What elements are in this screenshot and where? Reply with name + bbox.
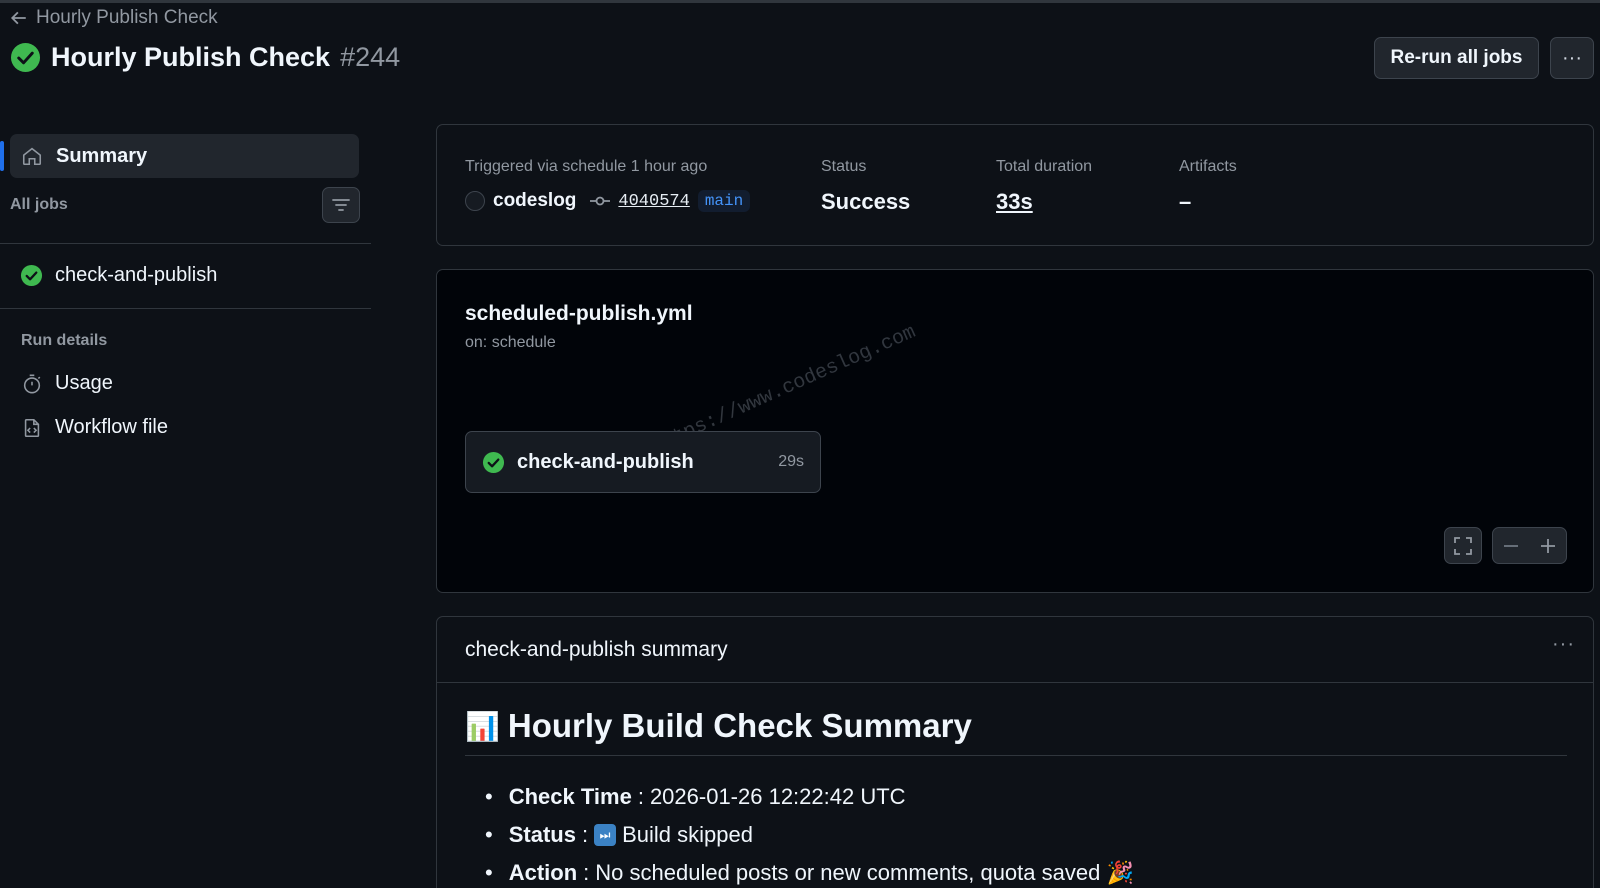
git-commit-icon bbox=[590, 196, 611, 206]
sidebar-item-check-and-publish[interactable]: check-and-publish bbox=[20, 264, 217, 287]
run-details-heading: Run details bbox=[21, 332, 108, 349]
filter-button[interactable] bbox=[322, 187, 360, 223]
divider bbox=[0, 243, 371, 244]
sidebar-job-label: check-and-publish bbox=[55, 264, 218, 286]
rerun-all-jobs-button[interactable]: Re-run all jobs bbox=[1374, 37, 1539, 79]
duration-link[interactable]: 33s bbox=[996, 189, 1092, 215]
more-options-button[interactable]: ··· bbox=[1550, 37, 1594, 79]
list-item-key: Status bbox=[508, 822, 576, 847]
fullscreen-icon bbox=[1454, 536, 1472, 555]
fullscreen-button[interactable] bbox=[1444, 527, 1482, 564]
duration-label: Total duration bbox=[996, 158, 1093, 175]
run-info-card: Triggered via schedule 1 hour ago codesl… bbox=[436, 124, 1594, 246]
check-circle-icon bbox=[482, 451, 505, 473]
job-summary-title: check-and-publish summary bbox=[465, 638, 728, 661]
sidebar-link-label: Workflow file bbox=[55, 416, 168, 438]
check-circle-icon bbox=[20, 264, 43, 287]
status-value: Success bbox=[821, 189, 911, 214]
list-item-value: 2026-01-26 12:22:42 UTC bbox=[649, 784, 906, 809]
workflow-graph: scheduled-publish.yml on: schedule https… bbox=[436, 269, 1594, 593]
list-item: Status: ⏭ Build skipped bbox=[485, 816, 1134, 854]
actor-link[interactable]: codeslog bbox=[493, 190, 576, 212]
branch-badge[interactable]: main bbox=[697, 190, 751, 212]
back-link[interactable]: Hourly Publish Check bbox=[10, 7, 218, 29]
job-node-name: check-and-publish bbox=[517, 450, 694, 473]
sidebar-item-label: Summary bbox=[56, 144, 148, 167]
divider bbox=[0, 308, 371, 309]
summary-list: Check Time: 2026-01-26 12:22:42 UTC Stat… bbox=[485, 778, 1134, 888]
status-info: Status Success bbox=[821, 158, 910, 215]
sidebar-item-summary[interactable]: Summary bbox=[10, 134, 359, 178]
kebab-horizontal-icon: ··· bbox=[1562, 46, 1582, 69]
summary-heading-text: Hourly Build Check Summary bbox=[507, 707, 972, 744]
workflow-file-name: scheduled-publish.yml bbox=[465, 302, 693, 325]
sidebar-item-workflow-file[interactable]: Workflow file bbox=[21, 416, 168, 439]
workflow-title: Hourly Publish Check bbox=[51, 42, 331, 72]
artifacts-info: Artifacts – bbox=[1179, 158, 1237, 215]
sidebar-item-usage[interactable]: Usage bbox=[21, 372, 113, 395]
job-summary-header: check-and-publish summary ··· bbox=[437, 617, 1593, 683]
filter-icon bbox=[332, 199, 350, 211]
home-icon bbox=[22, 147, 42, 166]
kebab-horizontal-icon[interactable]: ··· bbox=[1552, 633, 1575, 656]
avatar[interactable] bbox=[465, 191, 485, 211]
bar-chart-icon: 📊 bbox=[465, 709, 500, 743]
list-item-key: Check Time bbox=[508, 784, 632, 809]
job-summary-card: check-and-publish summary ··· 📊 Hourly B… bbox=[436, 616, 1594, 888]
back-link-label: Hourly Publish Check bbox=[36, 7, 218, 28]
status-label: Status bbox=[821, 158, 867, 175]
list-item: Action: No scheduled posts or new commen… bbox=[485, 854, 1134, 888]
job-node-check-and-publish[interactable]: check-and-publish 29s bbox=[465, 431, 821, 493]
zoom-out-icon[interactable] bbox=[1502, 537, 1520, 555]
list-item: Check Time: 2026-01-26 12:22:42 UTC bbox=[485, 778, 1134, 816]
all-jobs-heading: All jobs bbox=[10, 196, 68, 213]
trigger-info: Triggered via schedule 1 hour ago codesl… bbox=[465, 158, 751, 212]
run-number: #244 bbox=[340, 42, 401, 72]
artifacts-label: Artifacts bbox=[1179, 158, 1237, 175]
active-indicator bbox=[0, 141, 4, 171]
duration-info: Total duration 33s bbox=[996, 158, 1092, 215]
artifacts-value: – bbox=[1179, 189, 1192, 214]
list-item-value: No scheduled posts or new comments, quot… bbox=[595, 860, 1134, 885]
file-code-icon bbox=[24, 418, 40, 437]
top-border bbox=[0, 0, 1600, 3]
sidebar-link-label: Usage bbox=[55, 372, 113, 394]
trigger-label: Triggered via schedule 1 hour ago bbox=[465, 158, 708, 175]
check-circle-icon bbox=[10, 42, 41, 73]
job-node-duration: 29s bbox=[778, 453, 804, 470]
workflow-trigger: on: schedule bbox=[465, 334, 556, 351]
divider bbox=[465, 755, 1567, 756]
zoom-controls bbox=[1492, 527, 1567, 564]
arrow-left-icon bbox=[10, 11, 26, 25]
summary-heading: 📊 Hourly Build Check Summary bbox=[465, 707, 972, 745]
zoom-in-icon[interactable] bbox=[1539, 537, 1557, 555]
commit-link[interactable]: 4040574 bbox=[618, 192, 689, 211]
stopwatch-icon bbox=[23, 374, 41, 393]
page-title: Hourly Publish Check #244 bbox=[10, 42, 400, 73]
list-item-value: Build skipped bbox=[622, 822, 753, 847]
list-item-key: Action bbox=[508, 860, 578, 885]
skip-forward-icon: ⏭ bbox=[594, 824, 617, 846]
